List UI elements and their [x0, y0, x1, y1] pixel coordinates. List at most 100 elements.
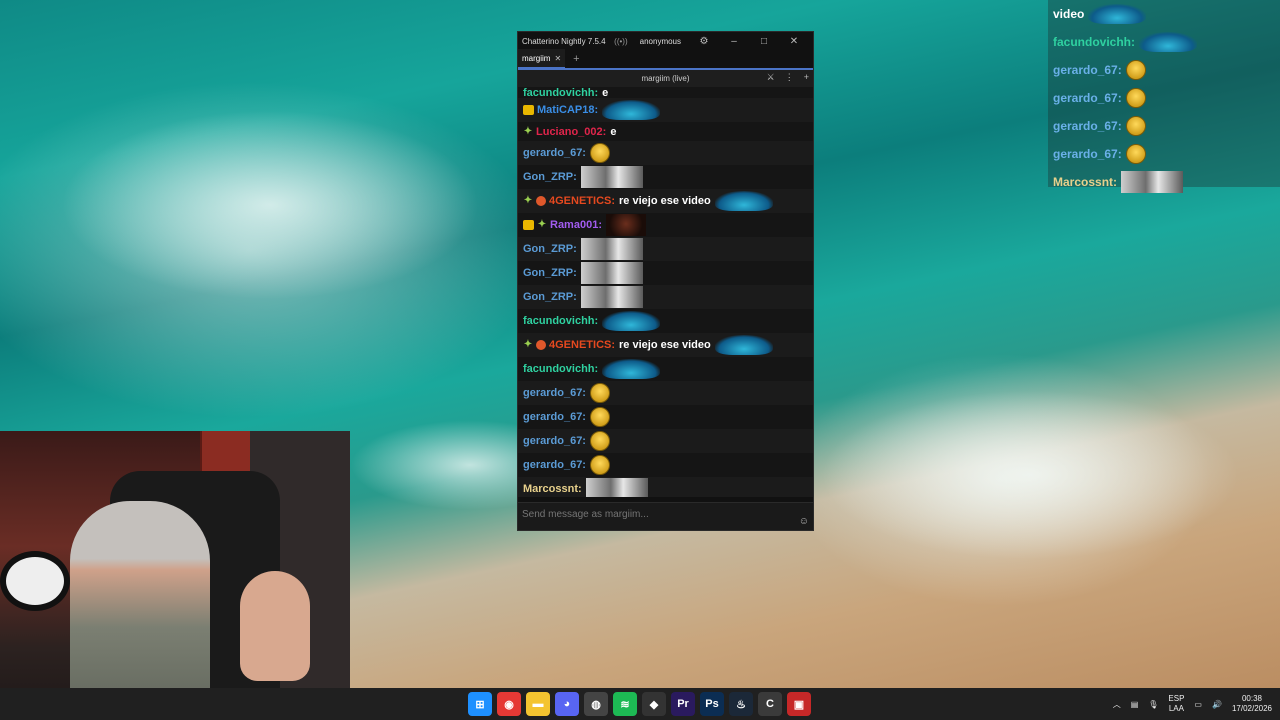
chat-message[interactable]: Gon_ZRP:	[518, 285, 813, 309]
spotify-icon[interactable]: ≋	[613, 692, 637, 716]
chat-message[interactable]: ✦ Rama001:	[518, 213, 813, 237]
windows-start-icon[interactable]: ⊞	[468, 692, 492, 716]
lol-emote[interactable]	[589, 455, 610, 475]
settings-gear-icon[interactable]: ⚙	[689, 36, 719, 47]
steam-icon[interactable]: ♨	[729, 692, 753, 716]
chat-message[interactable]: facundovichh: e	[518, 87, 813, 99]
microphone-icon[interactable]: 🎙	[1148, 700, 1158, 709]
vip-badge-icon[interactable]: ✦	[537, 220, 547, 230]
chat-username[interactable]: facundovichh:	[523, 315, 598, 327]
chat-message[interactable]: ✦ 4GENETICS: re viejo ese video	[518, 189, 813, 213]
chat-message[interactable]: facundovichh:	[518, 357, 813, 381]
chat-message[interactable]: ✦ Luciano_002: e	[518, 122, 813, 141]
photo-emote[interactable]	[580, 238, 643, 260]
premiere-icon[interactable]: Pr	[671, 692, 695, 716]
lol-emote[interactable]	[589, 383, 610, 403]
chat-username[interactable]: Gon_ZRP:	[523, 171, 577, 183]
chat-username[interactable]: gerardo_67:	[523, 459, 586, 471]
photo-emote[interactable]	[580, 166, 643, 188]
chat-username[interactable]: gerardo_67:	[523, 147, 586, 159]
emblem-badge-icon[interactable]	[536, 340, 546, 350]
vip-badge-icon[interactable]: ✦	[523, 196, 533, 206]
chat-username[interactable]: 4GENETICS:	[549, 339, 615, 351]
photo-emote[interactable]	[580, 262, 643, 284]
chat-message[interactable]: gerardo_67:	[518, 405, 813, 429]
split-header[interactable]: margiim (live) ⚔ ⋮ +	[518, 70, 813, 87]
volume-icon[interactable]: 🔊	[1212, 700, 1222, 709]
chat-message[interactable]: Gon_ZRP:	[518, 261, 813, 285]
chat-username[interactable]: MatiCAP18:	[537, 104, 598, 116]
lol-emote[interactable]	[589, 407, 610, 427]
chrome-icon[interactable]: ◉	[497, 692, 521, 716]
chat-message[interactable]: Gon_ZRP:	[518, 237, 813, 261]
chat-message[interactable]: gerardo_67:	[518, 381, 813, 405]
window-titlebar[interactable]: Chatterino Nightly 7.5.4 ((•)) anonymous…	[518, 32, 813, 50]
chat-username[interactable]: Marcossnt:	[523, 483, 582, 495]
close-button[interactable]: ✕	[779, 36, 809, 47]
sub-badge-icon[interactable]	[523, 105, 534, 115]
language-region: LAA	[1168, 704, 1184, 713]
blob-emote[interactable]	[714, 335, 773, 355]
obs-icon[interactable]: ◍	[584, 692, 608, 716]
epic-icon[interactable]: ◆	[642, 692, 666, 716]
moderation-sword-icon[interactable]: ⚔	[767, 72, 775, 83]
blob-emote[interactable]	[602, 359, 661, 379]
tab-margiim[interactable]: margiim ✕	[518, 49, 566, 69]
chat-username[interactable]: Rama001:	[550, 219, 602, 231]
chat-message[interactable]: ✦ 4GENETICS: re viejo ese video	[518, 333, 813, 357]
chatterino-icon[interactable]: C	[758, 692, 782, 716]
tray-chevron-icon[interactable]: ︿	[1113, 699, 1121, 710]
chat-message[interactable]: facundovichh:	[518, 309, 813, 333]
lol-emote[interactable]	[589, 143, 610, 163]
vip-badge-icon[interactable]: ✦	[523, 126, 533, 137]
photoshop-icon[interactable]: Ps	[700, 692, 724, 716]
clock[interactable]: 00:38 17/02/2026	[1232, 694, 1272, 714]
emblem-badge-icon[interactable]	[536, 196, 546, 206]
network-icon[interactable]: ▭	[1194, 700, 1202, 709]
face-emote[interactable]	[605, 214, 646, 236]
chat-username[interactable]: gerardo_67:	[523, 411, 586, 423]
overlay-chat-row: gerardo_67:	[1048, 112, 1280, 140]
chat-username[interactable]: gerardo_67:	[523, 435, 586, 447]
add-tab-icon[interactable]: +	[573, 53, 579, 65]
chat-message[interactable]: Gon_ZRP:	[518, 165, 813, 189]
wave-foam	[60, 110, 480, 300]
message-input[interactable]	[522, 509, 792, 520]
chat-username[interactable]: Luciano_002:	[536, 126, 606, 138]
blob-emote[interactable]	[714, 191, 773, 211]
chat-message[interactable]: gerardo_67:	[518, 429, 813, 453]
chat-username[interactable]: Gon_ZRP:	[523, 243, 577, 255]
chat-username[interactable]: 4GENETICS:	[549, 195, 615, 207]
minimize-button[interactable]: –	[719, 36, 749, 47]
lol-emote[interactable]	[589, 431, 610, 451]
maximize-button[interactable]: □	[749, 36, 779, 47]
message-list[interactable]: facundovichh: e MatiCAP18: ✦ Luciano_002: ege…	[518, 87, 813, 497]
chat-message[interactable]: gerardo_67:	[518, 453, 813, 477]
discord-icon[interactable]: ◕	[555, 692, 579, 716]
overlay-username: gerardo_67:	[1053, 147, 1122, 161]
chat-username[interactable]: gerardo_67:	[523, 387, 586, 399]
emoji-picker-icon[interactable]: ☺	[799, 516, 809, 527]
voicemeeter-icon[interactable]: ▣	[787, 692, 811, 716]
split-menu-icon[interactable]: ⋮	[785, 72, 794, 83]
chat-username[interactable]: facundovichh:	[523, 87, 598, 99]
photo-emote[interactable]	[585, 478, 648, 497]
chat-username[interactable]: facundovichh:	[523, 363, 598, 375]
language-indicator[interactable]: ESP LAA	[1168, 694, 1184, 714]
sub-badge-icon[interactable]	[523, 220, 534, 230]
chat-username[interactable]: Gon_ZRP:	[523, 291, 577, 303]
photo-emote[interactable]	[580, 286, 643, 308]
blob-emote[interactable]	[602, 100, 661, 120]
tab-close-icon[interactable]: ✕	[554, 54, 561, 63]
account-name[interactable]: anonymous	[640, 37, 681, 46]
chat-message[interactable]: gerardo_67:	[518, 141, 813, 165]
chat-username[interactable]: Gon_ZRP:	[523, 267, 577, 279]
streamer-mode-icon[interactable]: ((•))	[614, 37, 627, 46]
blob-emote[interactable]	[602, 311, 661, 331]
add-split-icon[interactable]: +	[804, 72, 809, 83]
tray-flag-icon[interactable]: ▤	[1131, 700, 1139, 709]
chat-message[interactable]: MatiCAP18:	[518, 98, 813, 122]
chat-message[interactable]: Marcossnt:	[518, 477, 813, 497]
vip-badge-icon[interactable]: ✦	[523, 340, 533, 350]
file-explorer-icon[interactable]: ▬	[526, 692, 550, 716]
